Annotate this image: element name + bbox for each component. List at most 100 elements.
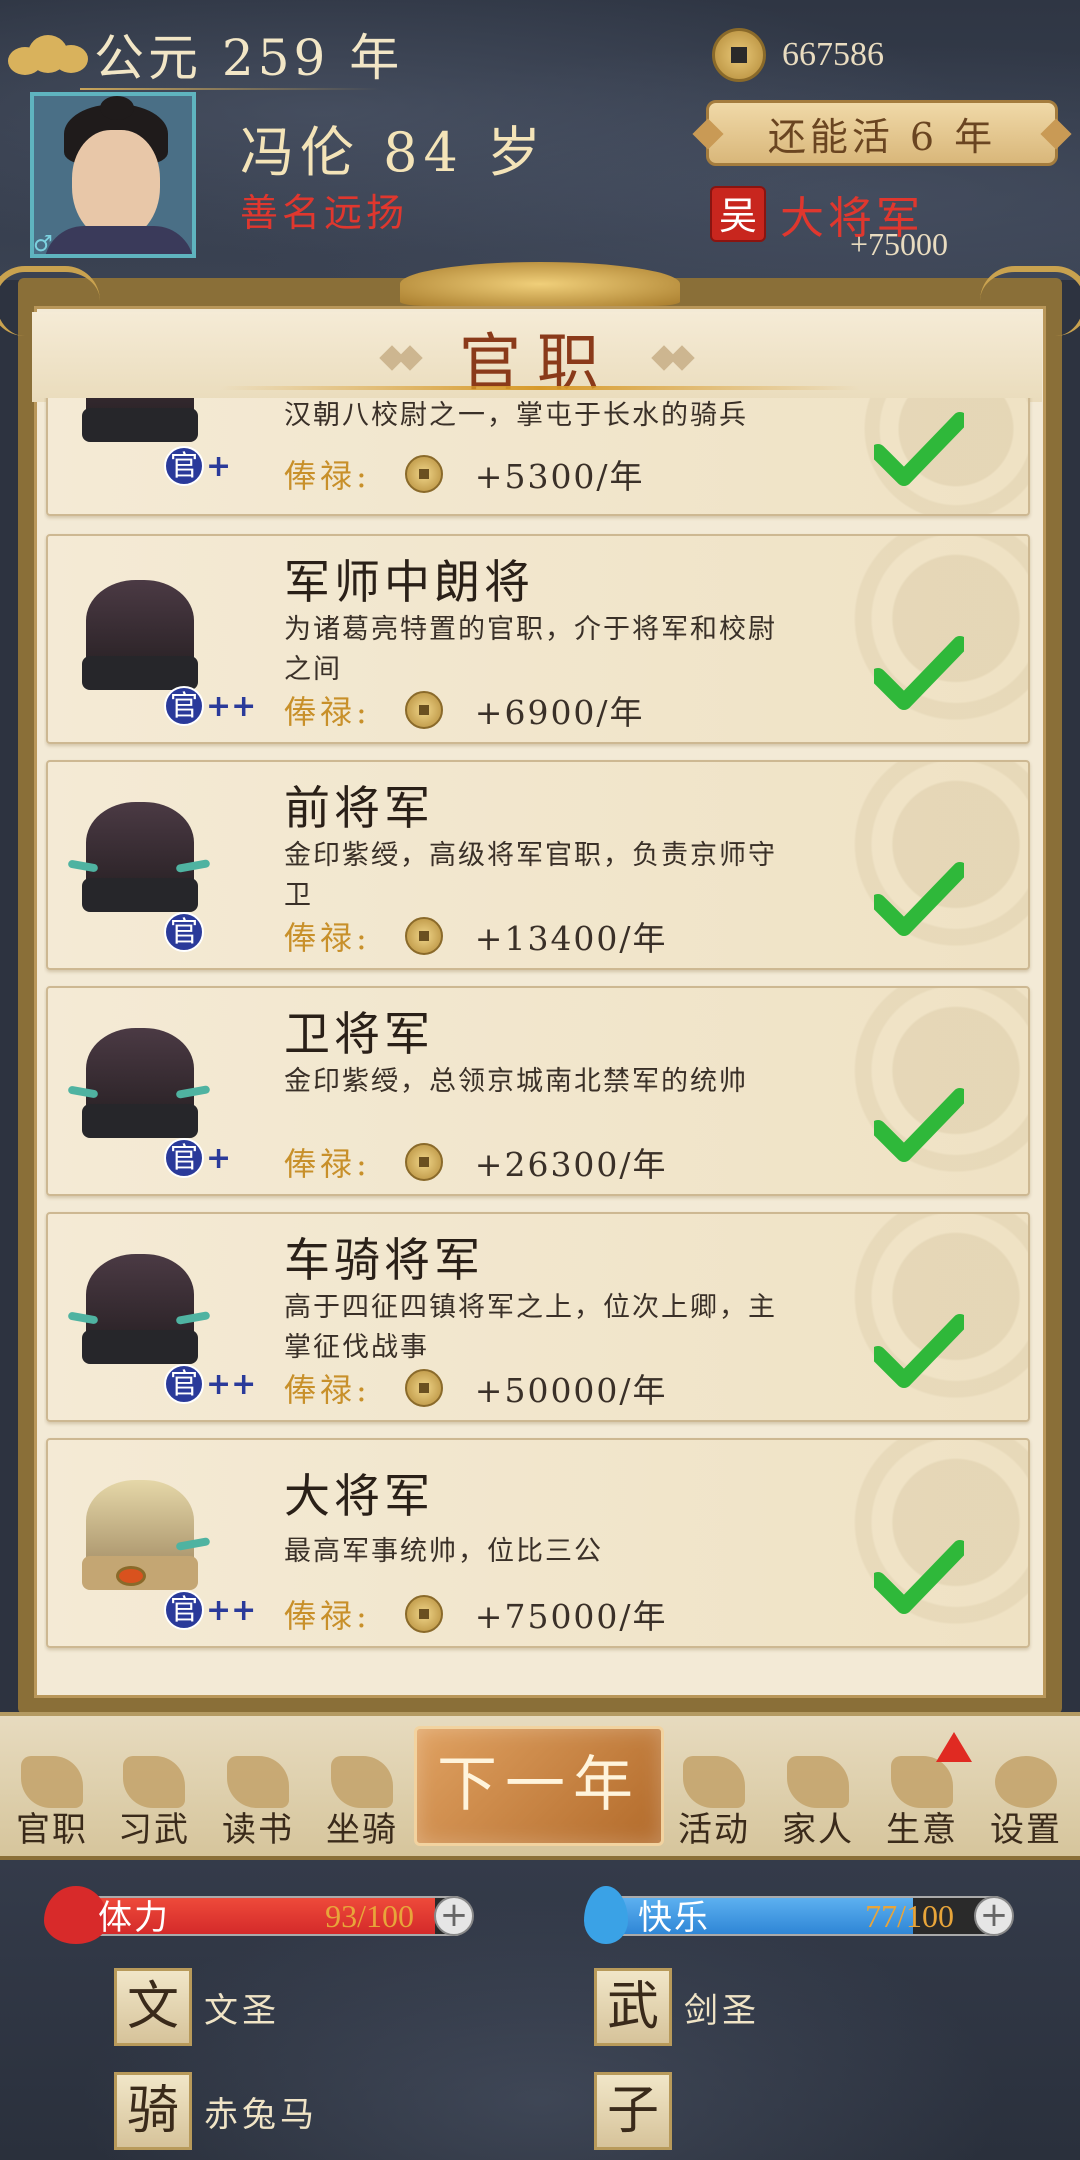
stat-name: 剑圣: [684, 1990, 760, 2031]
stat-icon: 文: [114, 1968, 192, 2046]
book-icon: [227, 1756, 289, 1808]
salary-label: 俸禄:: [284, 457, 371, 495]
diamond-ornament-icon: [651, 339, 695, 375]
checkmark-icon: [870, 636, 968, 712]
office-card[interactable]: 官 ++ 大将军 最高军事统帅，位比三公 俸禄: +75000/年: [46, 1438, 1030, 1648]
horse-icon: [331, 1756, 393, 1808]
office-name: 卫将军: [284, 1007, 434, 1061]
nav-item-mount[interactable]: 坐骑: [312, 1756, 412, 1856]
coin-icon: [404, 917, 443, 955]
happiness-bar: 快乐 77/100 +: [584, 1886, 1014, 1944]
official-hat-icon: [76, 580, 204, 702]
nav-item-martial[interactable]: 习武: [104, 1756, 204, 1856]
office-card[interactable]: 官 ++ 军师中朗将 为诸葛亮特置的官职，介于将军和校尉之间 俸禄: +6900…: [46, 534, 1030, 744]
nav-item-office[interactable]: 官职: [2, 1756, 102, 1856]
salary-label: 俸禄:: [284, 1145, 371, 1183]
salary-value: +26300/年: [474, 1145, 668, 1184]
salary-label: 俸禄:: [284, 1371, 371, 1409]
salary-row: 俸禄: +5300/年: [284, 450, 645, 498]
office-card[interactable]: 官 + 汉朝八校尉之一，掌屯于长水的骑兵 俸禄: +5300/年: [46, 398, 1030, 516]
nav-item-settings[interactable]: 设置: [976, 1756, 1076, 1856]
stat-name: 赤兔马: [204, 2094, 318, 2135]
office-description: 金印紫绶，总领京城南北禁军的统帅: [284, 1066, 748, 1097]
sword-icon: [123, 1756, 185, 1808]
coin-icon: [712, 28, 766, 82]
salary-value: +50000/年: [474, 1371, 668, 1410]
coin-value: 667586: [782, 36, 884, 73]
family-icon: [787, 1756, 849, 1808]
happiness-value: 77/100: [865, 1898, 954, 1934]
office-name: 大将军: [284, 1469, 434, 1523]
stamina-value: 93/100: [325, 1898, 414, 1934]
salary-row: 俸禄: +75000/年: [284, 1590, 668, 1638]
cloud-icon: [8, 29, 92, 79]
stat-icon: 骑: [114, 2072, 192, 2150]
character-header: 公元 259 年 ♂ 冯伦 84 岁 善名远扬 667586 还能活 6 年 吴…: [0, 0, 1080, 280]
lifespan-text: 还能活 6 年: [767, 114, 997, 159]
kingdom-badge: 吴: [710, 186, 766, 242]
salary-value: +6900/年: [474, 693, 645, 732]
stat-icon: 武: [594, 1968, 672, 2046]
year-text: 公元 259 年: [94, 29, 404, 87]
nav-item-study[interactable]: 读书: [208, 1756, 308, 1856]
coin-icon: [404, 691, 443, 729]
status-area: 体力 93/100 + 快乐 77/100 + 文 文圣 武 剑圣 骑 赤兔马 …: [0, 1860, 1080, 2160]
salary-value: +5300/年: [474, 457, 645, 496]
rank-badge: 官: [164, 912, 206, 952]
office-card[interactable]: 官 + 卫将军 金印紫绶，总领京城南北禁军的统帅 俸禄: +26300/年: [46, 986, 1030, 1196]
heart-icon: [683, 1756, 745, 1808]
checkmark-icon: [870, 862, 968, 938]
gear-icon: [995, 1756, 1057, 1808]
stat-mount[interactable]: 骑 赤兔马: [114, 2072, 318, 2150]
nav-item-activity[interactable]: 活动: [664, 1756, 764, 1856]
stamina-bar: 体力 93/100 +: [44, 1886, 474, 1944]
money-bag-icon: [891, 1756, 953, 1808]
office-description: 最高军事统帅，位比三公: [284, 1536, 603, 1567]
office-list[interactable]: 官 + 汉朝八校尉之一，掌屯于长水的骑兵 俸禄: +5300/年 官 ++ 军师…: [44, 398, 1034, 1688]
water-drop-icon: [584, 1886, 628, 1944]
office-name: 军师中朗将: [284, 555, 534, 609]
official-hat-icon: [67, 1254, 211, 1376]
office-card[interactable]: 官 前将军 金印紫绶，高级将军官职，负责京师守卫 俸禄: +13400/年: [46, 760, 1030, 970]
rank-badge: 官 +: [164, 1138, 231, 1178]
coin-icon: [404, 1369, 443, 1407]
diamond-ornament-icon: [379, 339, 423, 375]
office-name: 车骑将军: [284, 1233, 484, 1287]
next-year-button[interactable]: 下一年: [414, 1726, 664, 1846]
title-underline: [220, 386, 860, 390]
salary-value: +75000/年: [474, 1597, 668, 1636]
stat-literature[interactable]: 文 文圣: [114, 1968, 280, 2046]
character-name-age: 冯伦 84 岁: [240, 121, 548, 184]
salary-label: 俸禄:: [284, 693, 371, 731]
year-display: 公元 259 年: [8, 18, 403, 90]
stamina-add-button[interactable]: +: [434, 1896, 474, 1936]
office-description: 为诸葛亮特置的官职，介于将军和校尉之间: [284, 614, 777, 685]
corner-ornament: [980, 266, 1080, 336]
stat-child[interactable]: 子: [594, 2072, 684, 2150]
notification-alert-icon: [936, 1732, 972, 1762]
checkmark-icon: [870, 1314, 968, 1390]
corner-ornament: [0, 266, 100, 336]
gold-hat-icon: [76, 1480, 211, 1602]
salary-value: +13400/年: [474, 919, 668, 958]
salary-row: 俸禄: +6900/年: [284, 686, 645, 734]
official-hat-icon: [67, 1028, 211, 1150]
stat-icon: 子: [594, 2072, 672, 2150]
lifespan-banner: 还能活 6 年: [706, 100, 1058, 166]
divider: [80, 88, 380, 90]
salary-row: 俸禄: +26300/年: [284, 1138, 668, 1186]
happiness-add-button[interactable]: +: [974, 1896, 1014, 1936]
stat-name: 文圣: [204, 1990, 280, 2031]
coin-icon: [404, 1143, 443, 1181]
stat-martial[interactable]: 武 剑圣: [594, 1968, 760, 2046]
coin-counter: 667586: [712, 28, 884, 82]
checkmark-icon: [870, 1088, 968, 1164]
hat-icon: [21, 1756, 83, 1808]
stamina-label: 体力: [98, 1898, 170, 1938]
reputation-text: 善名远扬: [240, 191, 409, 235]
office-card[interactable]: 官 ++ 车骑将军 高于四征四镇将军之上，位次上卿，主掌征伐战事 俸禄: +50…: [46, 1212, 1030, 1422]
nav-item-family[interactable]: 家人: [768, 1756, 868, 1856]
nav-item-business[interactable]: 生意: [872, 1732, 972, 1856]
checkmark-icon: [870, 412, 968, 488]
coin-icon: [404, 1595, 443, 1633]
